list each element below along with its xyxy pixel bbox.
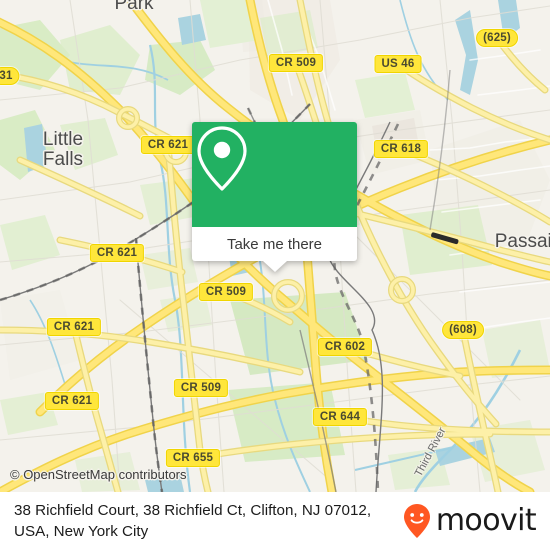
place-label-passaic: Passaic [494,231,550,252]
location-popup-card[interactable]: Take me there [192,122,357,272]
road-shield-31[interactable]: 31 [0,67,20,85]
take-me-there-label: Take me there [226,235,323,253]
address-text: 38 Richfield Court, 38 Richfield Ct, Cli… [14,502,372,540]
moovit-wordmark: moovit [435,503,537,538]
popup-pointer-tail [262,261,287,272]
road-shield-cr-509-c[interactable]: CR 509 [173,379,229,397]
road-shield-cr-509-a[interactable]: CR 509 [268,54,324,72]
road-shield-cr-621-d[interactable]: CR 621 [44,392,100,410]
place-label-little-falls: Little Falls [42,129,84,170]
footer-bar: 38 Richfield Court, 38 Richfield Ct, Cli… [0,492,550,550]
road-shield-us-46[interactable]: US 46 [374,55,422,73]
road-shield-cr-621-c[interactable]: CR 621 [46,318,102,336]
place-label-park: Park [114,0,154,14]
road-shield-cr-602[interactable]: CR 602 [317,338,373,356]
road-shield-cr-618[interactable]: CR 618 [373,140,429,158]
moovit-map-screen: .wtr{fill:#aad3e0;} .wline{stroke:#9fd0e… [0,0,550,550]
moovit-pin-icon [403,504,430,538]
map-canvas[interactable]: .wtr{fill:#aad3e0;} .wline{stroke:#9fd0e… [0,0,550,492]
map-pin-icon [197,126,247,191]
road-shield-625[interactable]: (625) [476,29,518,47]
moovit-logo: moovit [402,503,537,539]
osm-attribution[interactable]: © OpenStreetMap contributors [10,467,187,482]
road-shield-cr-655[interactable]: CR 655 [165,449,221,467]
road-shield-cr-644[interactable]: CR 644 [312,408,368,426]
road-shield-cr-621-a[interactable]: CR 621 [140,136,196,154]
road-shield-cr-621-b[interactable]: CR 621 [89,244,145,262]
popup-action-row[interactable]: Take me there [192,227,357,261]
road-shield-cr-509-b[interactable]: CR 509 [198,283,254,301]
popup-header [192,122,357,227]
road-shield-608[interactable]: (608) [442,321,484,339]
